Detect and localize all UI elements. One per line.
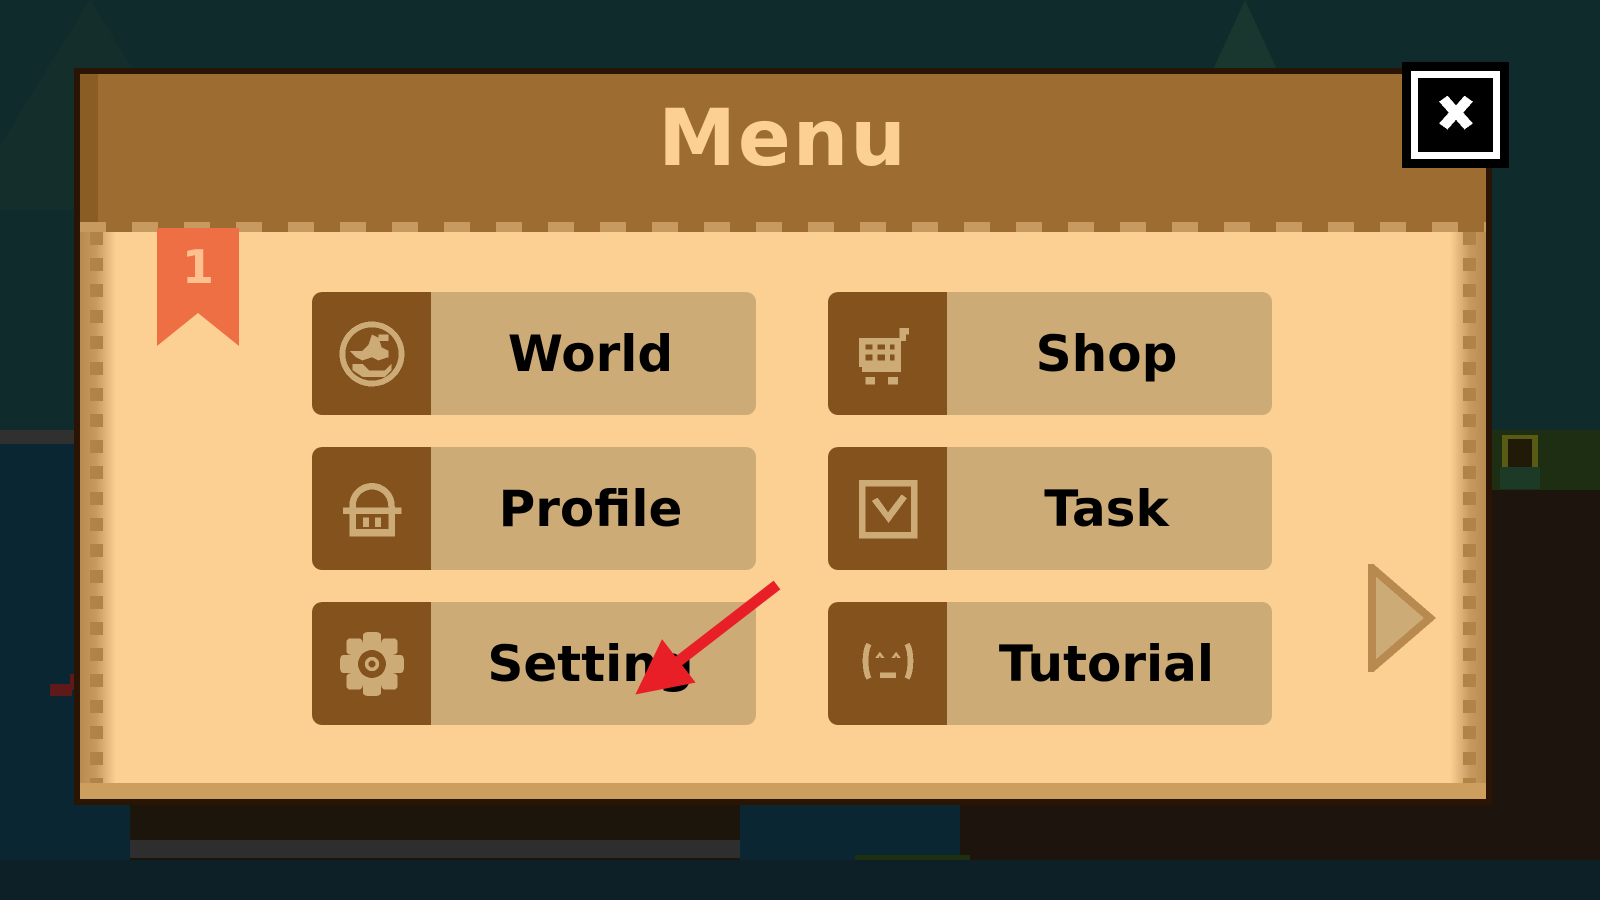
- kaomoji-face-icon: [849, 625, 927, 703]
- shopping-cart-icon: [849, 315, 927, 393]
- dialog-body: 1 World Shop Profile Task Setting Tutori…: [80, 228, 1486, 799]
- menu-item-label: Tutorial: [998, 634, 1215, 693]
- menu-item-icon-box: [828, 602, 947, 725]
- menu-item-shop[interactable]: Shop: [828, 292, 1272, 415]
- menu-item-label: World: [507, 324, 674, 383]
- dialog-body-right-edge: [1450, 232, 1486, 799]
- menu-item-icon-box: [312, 447, 431, 570]
- plant-sprite: [1500, 435, 1540, 495]
- close-button[interactable]: [1402, 62, 1509, 168]
- menu-item-setting[interactable]: Setting: [312, 602, 756, 725]
- globe-icon: [333, 315, 411, 393]
- menu-dialog-inner: Menu 1 World Shop Profile Task Setting T…: [80, 74, 1486, 799]
- dialog-edge-dots-left: [90, 232, 103, 799]
- menu-item-label: Task: [1044, 479, 1169, 538]
- dialog-body-left-edge: [80, 232, 116, 799]
- menu-item-tutorial[interactable]: Tutorial: [828, 602, 1272, 725]
- menu-item-task[interactable]: Task: [828, 447, 1272, 570]
- close-button-frame: [1411, 71, 1500, 159]
- checkbox-check-icon: [849, 470, 927, 548]
- menu-item-label: Shop: [1035, 324, 1178, 383]
- dialog-edge-dots-right: [1463, 232, 1476, 799]
- plant-pot-inner: [1508, 439, 1532, 467]
- gear-icon: [333, 625, 411, 703]
- menu-row: World Shop: [312, 292, 1272, 415]
- close-x-icon: [1427, 86, 1485, 144]
- menu-item-icon-box: [828, 292, 947, 415]
- menu-item-icon-box: [312, 602, 431, 725]
- menu-item-icon-box: [312, 292, 431, 415]
- triangle-right-icon: [1364, 564, 1438, 672]
- menu-button-grid: World Shop Profile Task Setting Tutorial: [312, 292, 1272, 757]
- dialog-header: Menu: [80, 74, 1486, 232]
- page-number-value: 1: [181, 240, 214, 294]
- house-avatar-icon: [333, 470, 411, 548]
- menu-item-world[interactable]: World: [312, 292, 756, 415]
- background-platform-edge: [130, 840, 740, 858]
- dialog-body-bottom-edge: [80, 783, 1486, 799]
- menu-row: Setting Tutorial: [312, 602, 1272, 725]
- menu-dialog: Menu 1 World Shop Profile Task Setting T…: [74, 68, 1492, 805]
- plant-leaf: [1500, 467, 1540, 489]
- menu-item-icon-box: [828, 447, 947, 570]
- menu-row: Profile Task: [312, 447, 1272, 570]
- menu-item-label: Profile: [498, 479, 683, 538]
- menu-item-profile[interactable]: Profile: [312, 447, 756, 570]
- background-foreground-shadow: [0, 860, 1600, 900]
- next-page-arrow-button[interactable]: [1364, 564, 1438, 672]
- menu-item-label: Setting: [487, 634, 694, 693]
- page-number-ribbon: 1: [157, 228, 239, 346]
- page-title: Menu: [658, 94, 908, 184]
